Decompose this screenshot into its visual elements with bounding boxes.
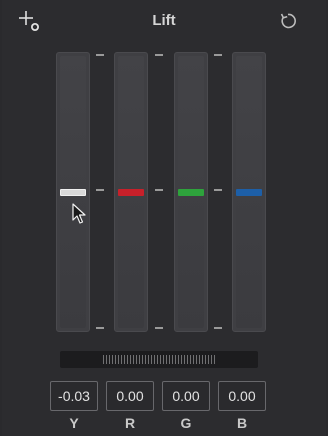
jog-wheel-ridge [166,355,167,364]
jog-wheel-ridge [205,355,206,364]
jog-wheel-ridge [187,355,188,364]
r-value-field[interactable]: 0.00 [106,381,154,411]
jog-wheel-ridge [121,355,122,364]
jog-wheel-ridge [133,355,134,364]
jog-wheel-ridge [115,355,116,364]
lift-panel: Lift -0.03 0.00 0.00 0.00 Y R G B [2,0,326,436]
g-value-field[interactable]: 0.00 [162,381,210,411]
jog-wheel-ridge [211,355,212,364]
r-channel-label: R [124,415,136,431]
g-slider-handle[interactable] [178,189,204,196]
jog-wheel-ridge [184,355,185,364]
jog-wheel-ridge [112,355,113,364]
jog-wheel-ridge [169,355,170,364]
jog-wheel-ridge [148,355,149,364]
y-slider-handle[interactable] [60,189,86,196]
jog-wheel-ridge [214,355,215,364]
jog-wheel-ridge [130,355,131,364]
y-slider-track[interactable] [56,52,90,332]
tick-mid [155,189,163,191]
tick-bottom [155,327,163,329]
jog-wheel-ridge [154,355,155,364]
jog-wheel-ridge [178,355,179,364]
b-channel-label: B [236,415,248,431]
b-slider-handle[interactable] [236,189,262,196]
b-value-field[interactable]: 0.00 [218,381,266,411]
tick-bottom [96,327,104,329]
jog-wheel-ridge [127,355,128,364]
jog-wheel-ridge [103,355,104,364]
jog-wheel-ridge [172,355,173,364]
jog-wheel[interactable] [60,351,258,368]
panel-header: Lift [2,0,326,40]
jog-wheel-ridge [193,355,194,364]
jog-wheel-ridge [124,355,125,364]
jog-wheel-ridge [196,355,197,364]
jog-wheel-ridge [160,355,161,364]
jog-wheel-ridge [136,355,137,364]
tick-top [214,54,222,56]
r-slider-handle[interactable] [118,189,144,196]
r-slider-track[interactable] [114,52,148,332]
jog-wheel-ridge [157,355,158,364]
jog-wheel-ridge [118,355,119,364]
jog-wheel-ridge [145,355,146,364]
b-slider-track[interactable] [232,52,266,332]
jog-wheel-ridge [208,355,209,364]
jog-wheel-ridge [106,355,107,364]
tick-bottom [214,327,222,329]
tick-top [155,54,163,56]
jog-wheel-ridge [163,355,164,364]
jog-wheel-ridge [202,355,203,364]
tick-mid [214,189,222,191]
y-value-field[interactable]: -0.03 [50,381,98,411]
jog-wheel-ridge [199,355,200,364]
jog-wheel-ridge [139,355,140,364]
tick-top [96,54,104,56]
y-channel-label: Y [69,415,79,431]
jog-wheel-ridge [109,355,110,364]
tick-mid [96,189,104,191]
jog-wheel-ridge [151,355,152,364]
jog-wheel-ridge [142,355,143,364]
jog-wheel-ridge [190,355,191,364]
jog-wheel-ridge [175,355,176,364]
jog-wheel-ridge [181,355,182,364]
g-slider-track[interactable] [174,52,208,332]
g-channel-label: G [180,415,192,431]
reset-icon[interactable] [278,11,298,31]
